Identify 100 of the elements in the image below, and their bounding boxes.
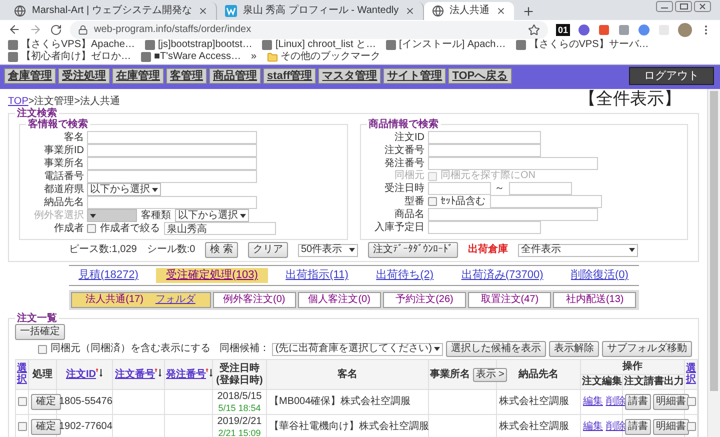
extension-badge[interactable]: 01 (556, 24, 570, 36)
folder-tab[interactable]: 例外客注文(0) (212, 292, 296, 308)
select-field[interactable]: 50件表示 (298, 244, 358, 256)
select-all-link[interactable]: 選択 (686, 363, 696, 385)
show-button[interactable]: 表示 > (472, 368, 508, 382)
checkbox[interactable] (38, 344, 48, 354)
nav-link[interactable]: 商品管理 (209, 68, 261, 84)
select-field[interactable]: 以下から選択 (87, 183, 161, 196)
bookmark[interactable]: 【さくらVPS】Apache… (8, 39, 135, 51)
document-button[interactable]: 請書 (625, 419, 651, 435)
text-field[interactable] (508, 182, 572, 195)
status-tab[interactable]: 削除復活(0) (560, 268, 638, 283)
browser-tab[interactable]: 法人共通 (424, 2, 514, 20)
checkbox[interactable] (687, 396, 696, 406)
breadcrumb-link[interactable]: TOP (8, 96, 28, 108)
text-field[interactable] (87, 144, 257, 157)
folder-tab[interactable]: 予約注文(26) (382, 292, 466, 308)
text-field[interactable]: 泉山秀高 (164, 222, 276, 235)
toolbar-button[interactable]: 表示解除 (549, 341, 599, 357)
close-icon[interactable] (198, 6, 208, 16)
nav-link[interactable]: 客管理 (166, 68, 207, 84)
browser-tab[interactable]: Marshal-Art | ウェブシステム開発な (6, 2, 217, 20)
text-field[interactable] (428, 221, 540, 234)
status-tab[interactable]: 出荷待ち(2) (366, 268, 444, 283)
delete-link[interactable]: 削除 (606, 421, 626, 432)
logout-button[interactable]: ログアウト (629, 67, 714, 85)
sort-icon[interactable] (206, 368, 213, 377)
text-field[interactable] (428, 182, 490, 195)
sort-icon[interactable] (96, 368, 103, 377)
checkbox[interactable] (687, 422, 696, 431)
text-field[interactable] (428, 144, 540, 157)
status-tab[interactable]: 受注確定処理(103) (156, 268, 268, 283)
address-bar[interactable]: web-program.info/staffs/order/index (70, 20, 548, 38)
text-field[interactable] (87, 131, 257, 144)
confirm-button[interactable]: 確定 (31, 394, 61, 410)
confirm-button[interactable]: 確定 (31, 419, 61, 435)
sort-link[interactable]: 注文番号 (115, 369, 155, 380)
download-button[interactable]: 注文ﾃﾞｰﾀﾀﾞｳﾝﾛｰﾄﾞ (368, 242, 458, 258)
nav-link[interactable]: 受注処理 (58, 68, 110, 84)
bookmark[interactable]: ■T'sWare Access… (141, 51, 242, 63)
folder-tab[interactable]: 法人共通(17) フォルダ (70, 292, 211, 308)
text-field[interactable] (428, 157, 598, 170)
more-bookmarks-button[interactable]: » (251, 51, 257, 63)
folder-tab[interactable]: 取置注文(47) (468, 292, 552, 308)
text-field[interactable] (87, 170, 257, 183)
sort-link[interactable]: 発注番号 (166, 369, 206, 380)
back-icon[interactable] (8, 23, 21, 36)
extension-icon[interactable] (578, 24, 590, 36)
bookmark[interactable]: [Linux] chroot_list と… (262, 39, 376, 51)
checkbox[interactable] (87, 224, 96, 233)
sort-icon[interactable] (155, 368, 162, 377)
search-button[interactable]: 検 索 (205, 242, 238, 258)
forward-icon[interactable] (29, 23, 42, 36)
edit-link[interactable]: 編集 (583, 396, 603, 407)
bulk-confirm-button[interactable]: 一括確定 (15, 324, 65, 340)
new-tab-icon[interactable] (522, 4, 535, 18)
status-tab[interactable]: 見積(18272) (68, 268, 148, 283)
nav-link[interactable]: staff管理 (263, 68, 316, 84)
delete-link[interactable]: 削除 (606, 396, 626, 407)
extension-icon[interactable] (638, 24, 650, 36)
toolbar-button[interactable]: サブフォルダ移動 (602, 341, 692, 357)
close-icon[interactable] (496, 6, 506, 16)
text-field[interactable] (490, 195, 602, 208)
window-controls-icon[interactable] (656, 1, 712, 13)
checkbox[interactable] (428, 197, 436, 206)
status-tab[interactable]: 出荷指示(11) (276, 268, 358, 283)
bookmark[interactable]: 【さくらのVPS】サーバ… (516, 39, 649, 51)
extension-icon[interactable] (598, 24, 610, 36)
nav-link[interactable]: 在庫管理 (112, 68, 164, 84)
browser-tab[interactable]: 泉山 秀高 プロフィール - Wantedly (216, 2, 424, 20)
status-tab[interactable]: 出荷済み(73700) (451, 268, 554, 283)
select-field[interactable]: 全件表示 (518, 244, 638, 256)
document-button[interactable]: 明細書 (653, 419, 689, 435)
star-icon[interactable] (528, 24, 540, 36)
document-button[interactable]: 請書 (625, 394, 651, 410)
extension-icon[interactable] (618, 24, 630, 36)
folder-tab[interactable]: 個人客注文(0) (298, 292, 381, 308)
toolbar-button[interactable]: 選択した候補を表示 (446, 341, 546, 357)
select-all-link[interactable]: 選択 (17, 363, 27, 385)
nav-link[interactable]: サイト管理 (383, 68, 446, 84)
checkbox[interactable] (18, 396, 27, 406)
nav-link[interactable]: 倉庫管理 (4, 68, 56, 84)
scrollbar[interactable] (707, 89, 720, 437)
folder-tab[interactable]: 社内配送(13) (553, 292, 636, 308)
sort-link[interactable]: 注文ID (66, 369, 96, 380)
document-button[interactable]: 明細書 (653, 394, 689, 410)
bookmark-folder[interactable]: その他のブックマーク (266, 51, 381, 63)
avatar[interactable] (678, 22, 692, 36)
folder-link[interactable]: フォルダ (155, 294, 196, 306)
clear-button[interactable]: クリア (248, 242, 288, 258)
nav-link[interactable]: マスタ管理 (318, 68, 382, 84)
nav-link[interactable]: TOPへ戻る (448, 68, 512, 84)
text-field[interactable] (87, 157, 257, 170)
bookmark[interactable]: [js]bootstrap]bootst… (144, 39, 252, 51)
edit-link[interactable]: 編集 (583, 421, 603, 432)
close-icon[interactable] (404, 6, 415, 16)
bookmark[interactable]: 【初心者向け】ゼロか… (8, 51, 131, 63)
checkbox[interactable] (18, 422, 27, 431)
reload-icon[interactable] (50, 24, 62, 36)
text-field[interactable] (428, 208, 598, 221)
